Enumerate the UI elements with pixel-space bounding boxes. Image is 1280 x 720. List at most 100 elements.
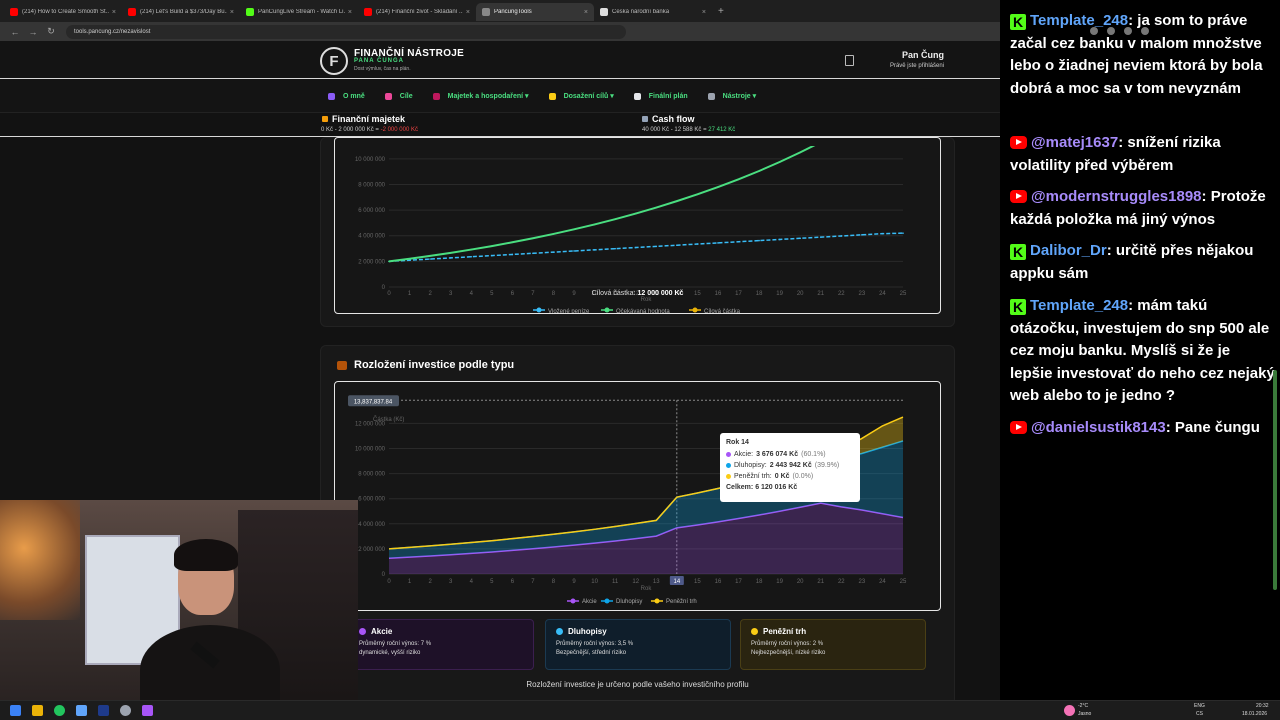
menu-item[interactable]: Dosažení cílů ▾: [541, 92, 622, 100]
tooltip-row-label: Dluhopisy:: [734, 462, 767, 469]
data-point: [552, 233, 555, 235]
site-subtitle: PANA ČUNGA: [354, 58, 404, 64]
profile-icon[interactable]: [1141, 27, 1149, 35]
close-icon[interactable]: ×: [112, 9, 116, 16]
data-point: [696, 193, 699, 196]
streamer-hair: [174, 539, 238, 571]
clock-time[interactable]: 20:32: [1256, 703, 1269, 709]
chrome-icon[interactable]: [54, 705, 65, 716]
type-dot-icon: [359, 628, 366, 635]
y-tick-label: 0: [382, 572, 386, 578]
series-line-1[interactable]: [388, 138, 903, 263]
menu-item[interactable]: Finální plán: [626, 92, 696, 100]
divider: [0, 78, 1000, 79]
assets-value-b: 2 000 000 Kč: [338, 127, 374, 133]
menu-item[interactable]: O mně: [320, 92, 373, 100]
file-explorer-icon[interactable]: [32, 705, 43, 716]
data-point: [819, 236, 822, 238]
back-icon[interactable]: ←: [6, 27, 24, 37]
legend-label[interactable]: Akcie: [582, 599, 597, 605]
data-point: [491, 245, 493, 247]
browser-tab[interactable]: Česká národní banka ×: [594, 3, 712, 21]
app-icon[interactable]: [142, 705, 153, 716]
clipboard-icon: [633, 92, 641, 100]
browser-tab[interactable]: (214) Let's Build a $373/Day Bu... ×: [122, 3, 240, 21]
x-tick-label: 16: [715, 579, 722, 585]
type-name-text: Akcie: [371, 627, 393, 636]
data-point: [449, 252, 452, 254]
x-tick-label: 0: [387, 579, 391, 585]
chat-username[interactable]: @danielsustik8143: [1031, 419, 1166, 436]
y-tick-label: 8 000 000: [358, 182, 385, 188]
obs-icon[interactable]: [120, 705, 131, 716]
data-point: [614, 218, 616, 220]
data-point: [449, 257, 452, 259]
chat-username[interactable]: @modernstruggles1898: [1031, 188, 1202, 205]
menu-item[interactable]: Cíle: [377, 92, 421, 100]
data-point: [634, 212, 637, 215]
chat-colon: :: [1106, 242, 1116, 259]
photos-icon[interactable]: [76, 705, 87, 716]
extension-icon[interactable]: [1107, 27, 1115, 35]
series-area-0[interactable]: [389, 503, 903, 574]
close-icon[interactable]: ×: [702, 9, 706, 16]
briefcase-icon: [432, 92, 440, 100]
browser-tab[interactable]: PancungTools ×: [476, 3, 594, 21]
series-dot-icon: [726, 474, 731, 479]
star-icon[interactable]: [1090, 27, 1098, 35]
assets-value-a: 0 Kč: [321, 127, 334, 133]
tooltip-total-value: 6 120 016 Kč: [755, 484, 798, 491]
x-tick-label: 11: [612, 579, 619, 585]
close-icon[interactable]: ×: [584, 9, 588, 16]
new-tab-icon[interactable]: +: [718, 6, 724, 17]
data-point: [429, 258, 431, 260]
target-icon: [384, 92, 392, 100]
growth-chart[interactable]: 02 000 0004 000 0006 000 0008 000 00010 …: [335, 138, 940, 313]
chat-username[interactable]: @matej1637: [1031, 134, 1118, 151]
star-icon: [548, 92, 556, 100]
tab-favicon: [10, 8, 18, 16]
investment-type-card[interactable]: Dluhopisy Průměrný roční výnos: 3,5 % Bezp…: [545, 619, 731, 670]
document-icon[interactable]: [845, 55, 854, 66]
logo-icon[interactable]: F: [320, 47, 348, 75]
start-icon[interactable]: [10, 705, 21, 716]
legend-label[interactable]: Cílová částka: [704, 309, 741, 313]
legend-label[interactable]: Dluhopisy: [616, 599, 642, 605]
browser-tab[interactable]: (214) How to Create Smooth St... ×: [4, 3, 122, 21]
user-name[interactable]: Pan Čung: [902, 50, 944, 60]
close-icon[interactable]: ×: [466, 9, 470, 16]
profile-note: Rozložení investice je určeno podle vaše…: [526, 680, 749, 689]
close-icon[interactable]: ×: [230, 9, 234, 16]
target-amount-label: Cílová částka: 12 000 000 Kč: [335, 290, 940, 297]
tooltip-row: Dluhopisy: 2 443 942 Kč (39.9%): [726, 460, 854, 471]
chat-username[interactable]: Template_248: [1030, 297, 1128, 314]
chat-username[interactable]: Dalibor_Dr: [1030, 242, 1107, 259]
download-icon[interactable]: [1124, 27, 1132, 35]
y-tick-label: 4 000 000: [358, 234, 385, 240]
menu-item[interactable]: Nástroje ▾: [700, 92, 764, 100]
chat-message: @modernstruggles1898: Protože každá polo…: [1010, 186, 1275, 231]
chat-message: @danielsustik8143: Pane čungu: [1010, 417, 1275, 440]
minus-sign: -: [334, 127, 337, 133]
investment-type-card[interactable]: Akcie Průměrný roční výnos: 7 % dynamické,…: [348, 619, 534, 670]
forward-icon[interactable]: →: [24, 27, 42, 37]
series-line-0[interactable]: [388, 232, 904, 263]
legend-label[interactable]: Peněžní trh: [666, 599, 697, 605]
legend-label[interactable]: Vložené peníze: [548, 309, 590, 313]
data-point: [634, 246, 637, 249]
reload-icon[interactable]: ↻: [42, 26, 60, 37]
menu-item[interactable]: Majetek a hospodaření ▾: [425, 92, 537, 100]
data-point: [778, 161, 781, 163]
close-icon[interactable]: ×: [348, 9, 352, 16]
type-risk: dynamické, vyšší riziko: [359, 650, 421, 656]
browser-tab[interactable]: (214) Finanční život - Skládání ... ×: [358, 3, 476, 21]
language[interactable]: ENG: [1194, 703, 1205, 709]
investment-type-card[interactable]: Peněžní trh Průměrný roční výnos: 2 % Nejb…: [740, 619, 926, 670]
scrollbar[interactable]: [1273, 370, 1277, 590]
steam-icon[interactable]: [98, 705, 109, 716]
language-sub: CS: [1196, 711, 1203, 717]
legend-label[interactable]: Očekávaná hodnota: [616, 309, 670, 313]
cash-value-b: 12 588 Kč: [674, 127, 702, 133]
browser-tab[interactable]: PanCungLive Stream - Watch Li... ×: [240, 3, 358, 21]
url-field[interactable]: tools.pancung.cz/nezavislost: [66, 24, 626, 39]
